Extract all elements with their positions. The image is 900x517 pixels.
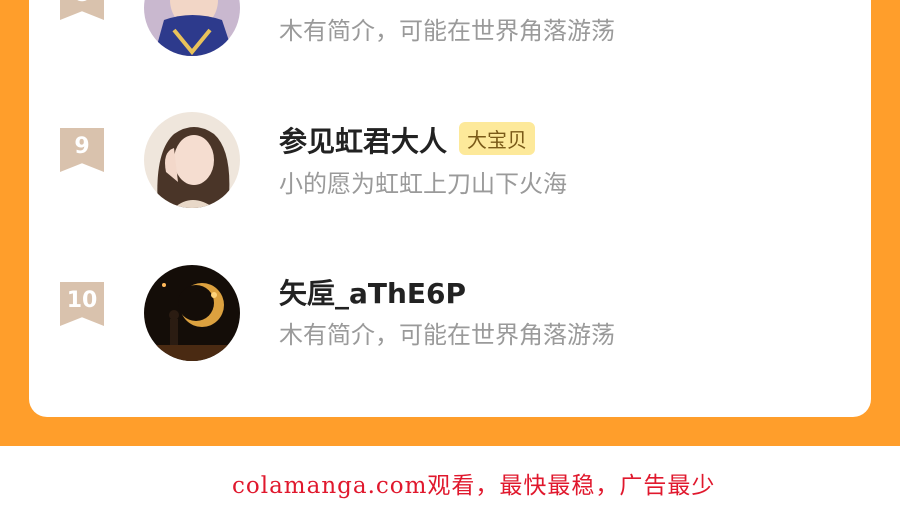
user-tag-badge: 大宝贝 (459, 122, 536, 155)
avatar[interactable] (144, 265, 240, 361)
user-avatar-photo-icon (144, 112, 240, 208)
avatar[interactable] (144, 112, 240, 208)
rank-badge: 10 (60, 282, 104, 326)
rank-number: 10 (66, 287, 98, 313)
user-name-text: 矢垕_aThE6P (279, 277, 467, 310)
rank-badge: 8 (60, 0, 104, 20)
ranking-row-9[interactable]: 9 参见虹君大人 大宝贝 小的愿为虹虹上刀山下火海 (29, 110, 871, 220)
rank-number: 8 (74, 0, 89, 7)
user-bio: 木有简介，可能在世界角落游荡 (279, 17, 615, 45)
user-name-text: 参见虹君大人 (279, 125, 448, 158)
rank-badge: 9 (60, 128, 104, 172)
watermark-text: colamanga.com观看，最快最稳，广告最少 (232, 473, 716, 499)
ranking-row-8[interactable]: 8 木有简介，可能在世界角落游荡 (29, 0, 871, 70)
rank-number: 9 (74, 133, 90, 159)
avatar[interactable] (144, 0, 240, 56)
user-name[interactable]: 矢垕_aThE6P (279, 272, 466, 312)
user-bio: 木有简介，可能在世界角落游荡 (279, 321, 615, 349)
user-avatar-photo-icon (144, 265, 240, 361)
ranking-card: 8 木有简介，可能在世界角落游荡 9 (29, 0, 871, 417)
user-avatar-photo-icon (144, 0, 240, 56)
user-bio: 小的愿为虹虹上刀山下火海 (279, 170, 567, 198)
user-name[interactable]: 参见虹君大人 大宝贝 (279, 120, 536, 160)
ranking-row-10[interactable]: 10 矢垕_aThE6P 木有简介，可能在世界角落游荡 (29, 264, 871, 374)
